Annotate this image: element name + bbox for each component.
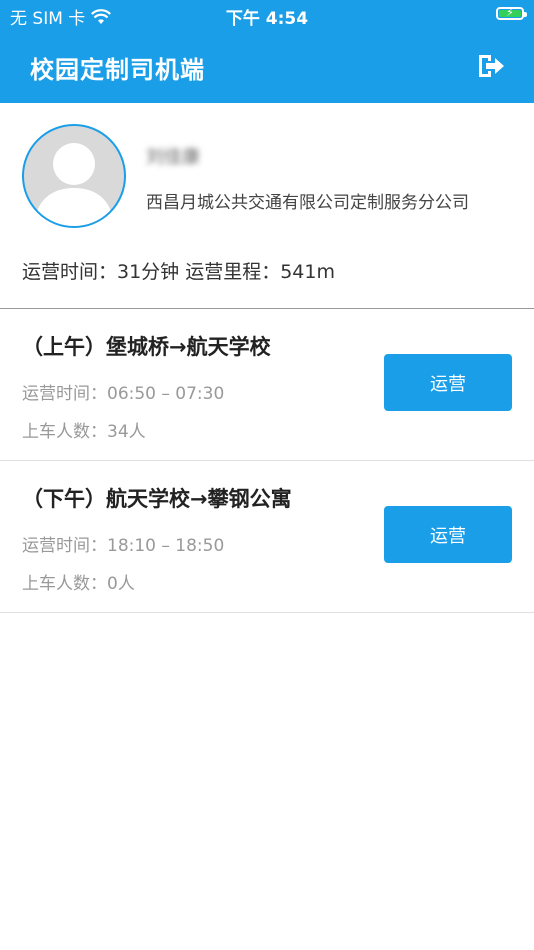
route-time: 运营时间：18:10 – 18:50 bbox=[22, 536, 225, 556]
user-icon bbox=[34, 143, 114, 226]
logout-button[interactable] bbox=[476, 52, 506, 80]
avatar bbox=[22, 124, 126, 228]
company-name: 西昌月城公共交通有限公司定制服务分公司 bbox=[146, 193, 469, 213]
logout-icon bbox=[479, 55, 504, 77]
route-title: （上午）堡城桥→航天学校 bbox=[22, 335, 271, 359]
profile-card: 刘佳康 西昌月城公共交通有限公司定制服务分公司 运营时间：31分钟 运营里程：5… bbox=[0, 103, 534, 309]
route-title: （下午）航天学校→攀钢公寓 bbox=[22, 487, 292, 511]
status-time: 下午 4:54 bbox=[225, 9, 309, 29]
battery-indicator: ⚡ bbox=[496, 6, 527, 20]
route-time: 运营时间：06:50 – 07:30 bbox=[22, 384, 225, 404]
operate-button[interactable]: 运营 bbox=[384, 506, 512, 563]
driver-name: 刘佳康 bbox=[146, 147, 200, 168]
app-header: 无 SIM 卡 下午 4:54 ⚡ 校园定制司机端 bbox=[0, 0, 534, 103]
passenger-count: 上车人数：0人 bbox=[22, 574, 135, 594]
passenger-count: 上车人数：34人 bbox=[22, 422, 146, 442]
operate-button[interactable]: 运营 bbox=[384, 354, 512, 411]
route-card: （下午）航天学校→攀钢公寓 运营时间：18:10 – 18:50 上车人数：0人… bbox=[0, 461, 534, 613]
status-bar: 无 SIM 卡 下午 4:54 ⚡ bbox=[0, 0, 534, 32]
route-card: （上午）堡城桥→航天学校 运营时间：06:50 – 07:30 上车人数：34人… bbox=[0, 309, 534, 461]
operation-stats: 运营时间：31分钟 运营里程：541m bbox=[22, 261, 335, 283]
battery-icon: ⚡ bbox=[496, 6, 527, 20]
app-title: 校园定制司机端 bbox=[30, 56, 205, 84]
